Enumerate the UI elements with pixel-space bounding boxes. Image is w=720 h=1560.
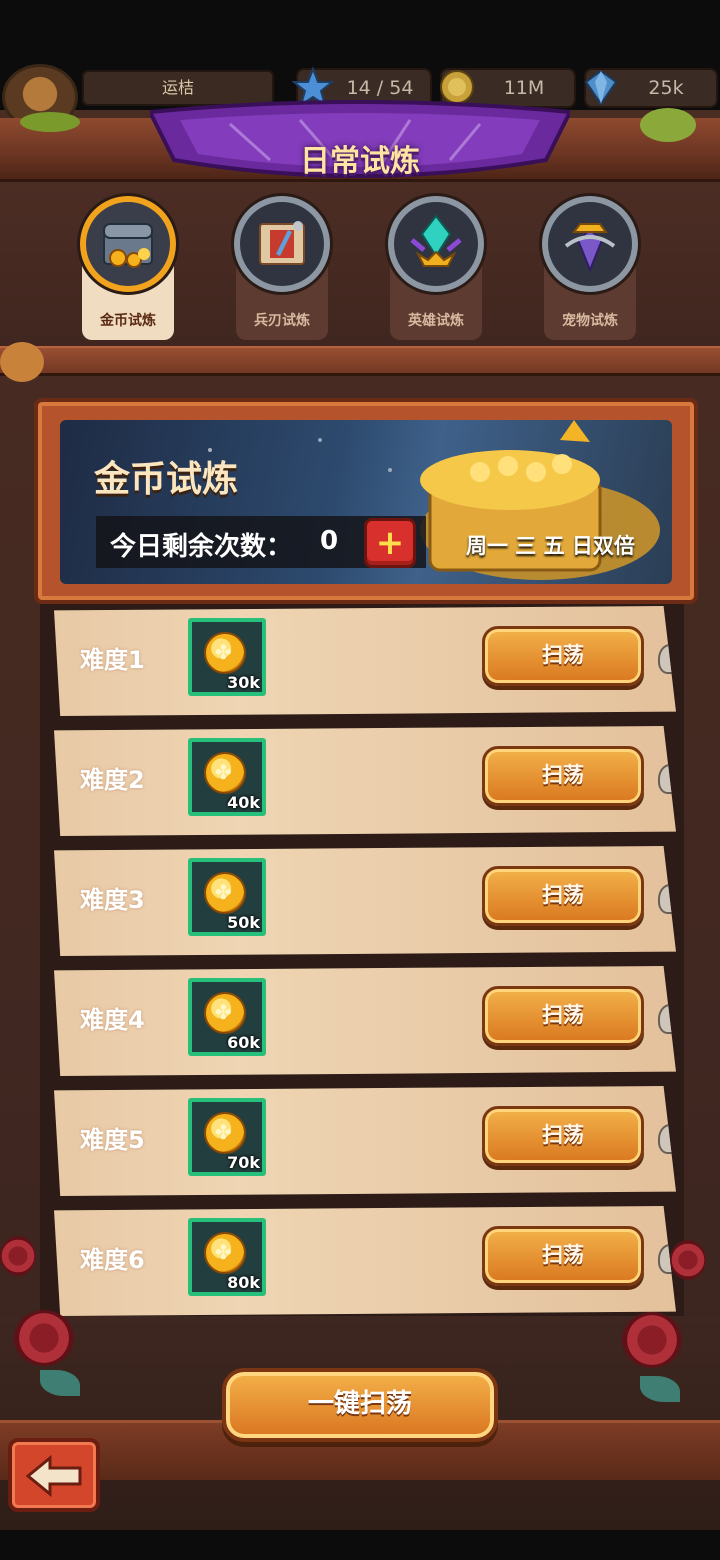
gold-trial-banner: 金币试炼 [34, 398, 698, 604]
tab-label: 金币试炼 [100, 313, 156, 329]
level-row: 难度4 ✤ 60k 扫荡 [54, 966, 676, 1076]
reward-amount: 60k [227, 1033, 260, 1052]
gold-coin-icon: ✤ [204, 752, 246, 794]
reward-amount: 50k [227, 913, 260, 932]
weapon-scroll-icon [234, 196, 330, 292]
add-attempts-button[interactable]: + [364, 518, 416, 568]
sweep-button[interactable]: 扫荡 [482, 1106, 644, 1166]
remaining-label: 今日剩余次数： [110, 532, 293, 562]
back-button[interactable] [8, 1438, 100, 1512]
level-row: 难度5 ✤ 70k 扫荡 [54, 1086, 676, 1196]
back-arrow-icon [26, 1454, 82, 1498]
rose-decoration [622, 1312, 682, 1368]
tab-label: 英雄试炼 [408, 313, 464, 329]
tab-weapon-trial[interactable]: 兵刃试炼 [222, 196, 342, 344]
reward-slot[interactable]: ✤ 40k [188, 738, 266, 816]
level-row: 难度1 ✤ 30k 扫荡 [54, 606, 676, 716]
pet-emblem-icon [542, 196, 638, 292]
plus-icon: + [375, 523, 405, 563]
tab-gold-trial[interactable]: 金币试炼 [68, 196, 188, 344]
level-label: 难度2 [80, 766, 145, 794]
level-label: 难度4 [80, 1006, 145, 1034]
sweep-button[interactable]: 扫荡 [482, 626, 644, 686]
hero-crystal-icon [388, 196, 484, 292]
reward-amount: 80k [227, 1273, 260, 1292]
level-label: 难度3 [80, 886, 145, 914]
middle-wood-beam [0, 346, 720, 376]
reward-slot[interactable]: ✤ 60k [188, 978, 266, 1056]
reward-slot[interactable]: ✤ 80k [188, 1218, 266, 1296]
reward-slot[interactable]: ✤ 70k [188, 1098, 266, 1176]
rose-decoration [14, 1310, 74, 1366]
rose-decoration [0, 1236, 36, 1276]
sweep-button[interactable]: 扫荡 [482, 866, 644, 926]
level-row: 难度3 ✤ 50k 扫荡 [54, 846, 676, 956]
tab-hero-trial[interactable]: 英雄试炼 [376, 196, 496, 344]
tab-pet-trial[interactable]: 宠物试炼 [530, 196, 650, 344]
gold-coin-icon: ✤ [204, 632, 246, 674]
double-reward-note: 周一 三 五 日双倍 [466, 534, 635, 558]
sweep-button[interactable]: 扫荡 [482, 986, 644, 1046]
tab-label: 兵刃试炼 [254, 313, 310, 329]
level-label: 难度1 [80, 646, 145, 674]
reward-amount: 40k [227, 793, 260, 812]
page-title: 日常试炼 [300, 144, 420, 179]
level-label: 难度6 [80, 1246, 145, 1274]
reward-amount: 30k [227, 673, 260, 692]
vine-decoration [0, 342, 44, 382]
reward-slot[interactable]: ✤ 30k [188, 618, 266, 696]
vine-decoration [20, 112, 80, 132]
treasure-chest-icon [80, 196, 176, 292]
level-row: 难度6 ✤ 80k 扫荡 [54, 1206, 676, 1316]
gem-counter[interactable]: 25k [584, 68, 718, 108]
gold-coin-icon: ✤ [204, 1112, 246, 1154]
reward-slot[interactable]: ✤ 50k [188, 858, 266, 936]
sweep-all-button[interactable]: 一键扫荡 [222, 1368, 498, 1442]
gold-coin-icon: ✤ [204, 872, 246, 914]
sweep-button[interactable]: 扫荡 [482, 1226, 644, 1286]
tab-label: 宠物试炼 [562, 313, 618, 329]
level-row: 难度2 ✤ 40k 扫荡 [54, 726, 676, 836]
gold-coin-icon: ✤ [204, 1232, 246, 1274]
reward-amount: 70k [227, 1153, 260, 1172]
gold-coin-icon: ✤ [204, 992, 246, 1034]
banner-title: 金币试炼 [94, 459, 239, 500]
level-label: 难度5 [80, 1126, 145, 1154]
remaining-count: 0 [320, 526, 339, 556]
sweep-button[interactable]: 扫荡 [482, 746, 644, 806]
rose-decoration [670, 1240, 706, 1280]
